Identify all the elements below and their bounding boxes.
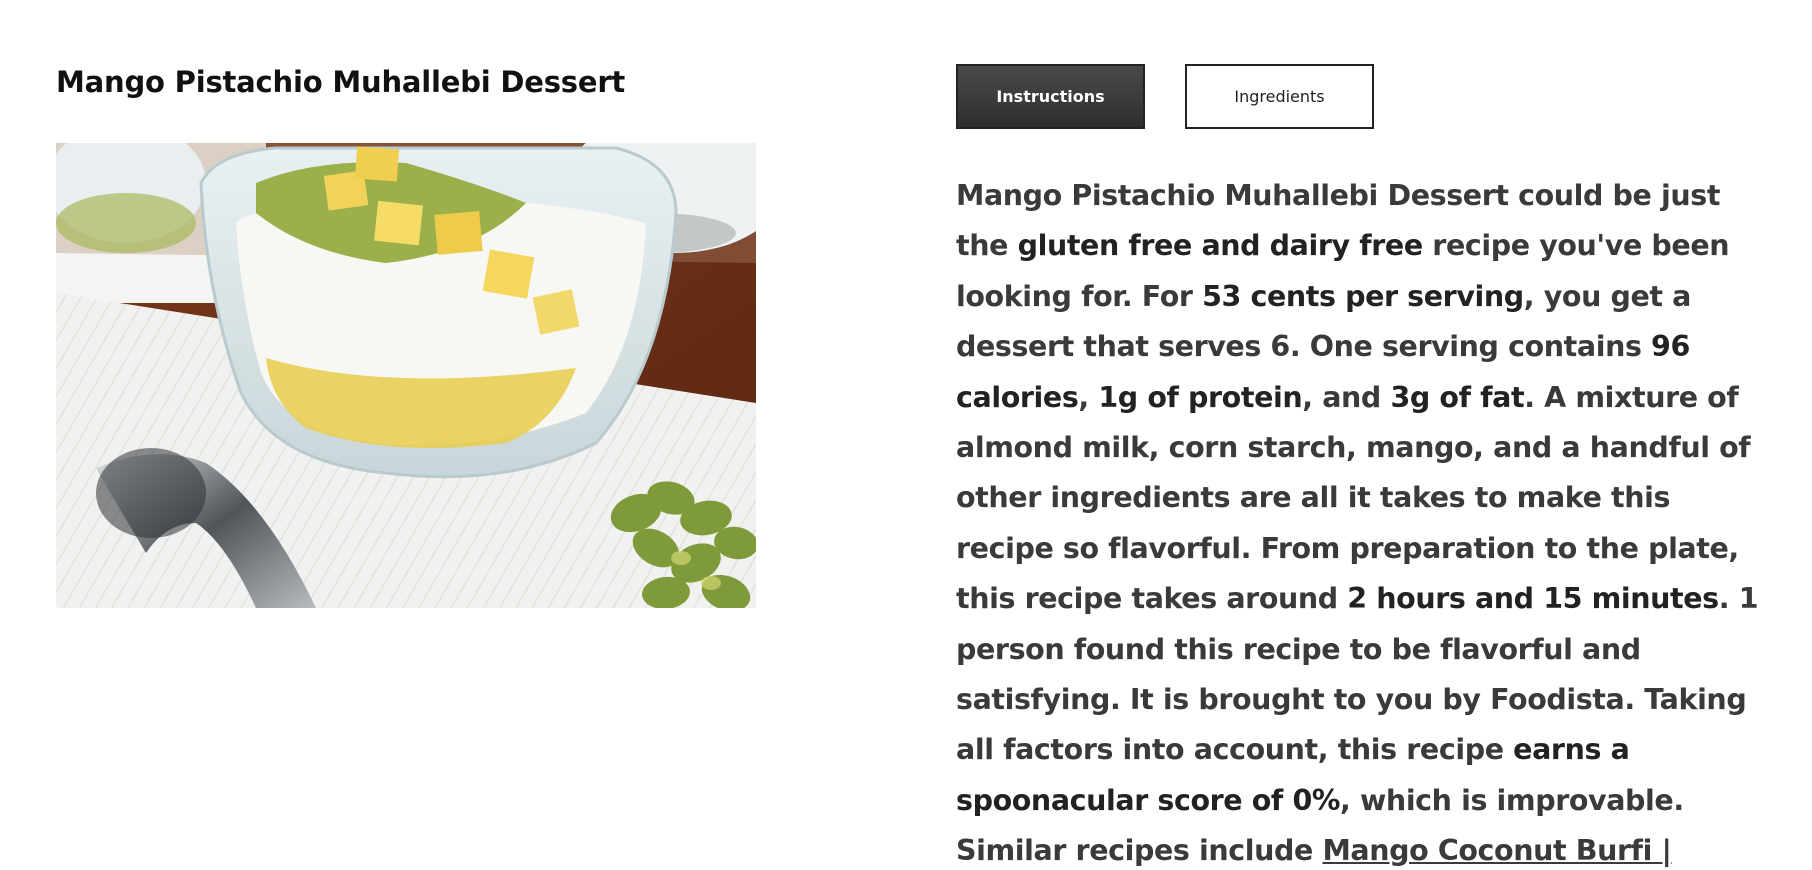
recipe-page: Mango Pistachio Muhallebi Dessert Instru…	[0, 0, 1812, 870]
summary-highlight: 53 cents per serving	[1202, 279, 1524, 313]
summary-highlight: 2 hours and 15 minutes	[1347, 582, 1719, 616]
recipe-summary: Mango Pistachio Muhallebi Dessert could …	[956, 171, 1776, 870]
similar-recipe-link[interactable]: Mango Coconut Burfi |	[1322, 834, 1671, 867]
recipe-details-column: Instructions Ingredients Mango Pistachio…	[956, 64, 1776, 870]
summary-text: ,	[1078, 380, 1099, 414]
summary-highlight: 1g of protein	[1098, 380, 1303, 414]
summary-highlight: 3g of fat	[1390, 380, 1525, 414]
summary-text: . A mixture of almond milk, corn starch,…	[956, 380, 1751, 616]
recipe-image	[56, 143, 756, 608]
summary-highlight: gluten free and dairy free	[1017, 229, 1424, 263]
tab-instructions[interactable]: Instructions	[956, 64, 1145, 129]
summary-text: , and	[1302, 380, 1391, 414]
recipe-header-column: Mango Pistachio Muhallebi Dessert	[56, 62, 756, 608]
tab-ingredients[interactable]: Ingredients	[1185, 64, 1374, 129]
recipe-title: Mango Pistachio Muhallebi Dessert	[56, 65, 626, 99]
recipe-tabs: Instructions Ingredients	[956, 64, 1776, 129]
